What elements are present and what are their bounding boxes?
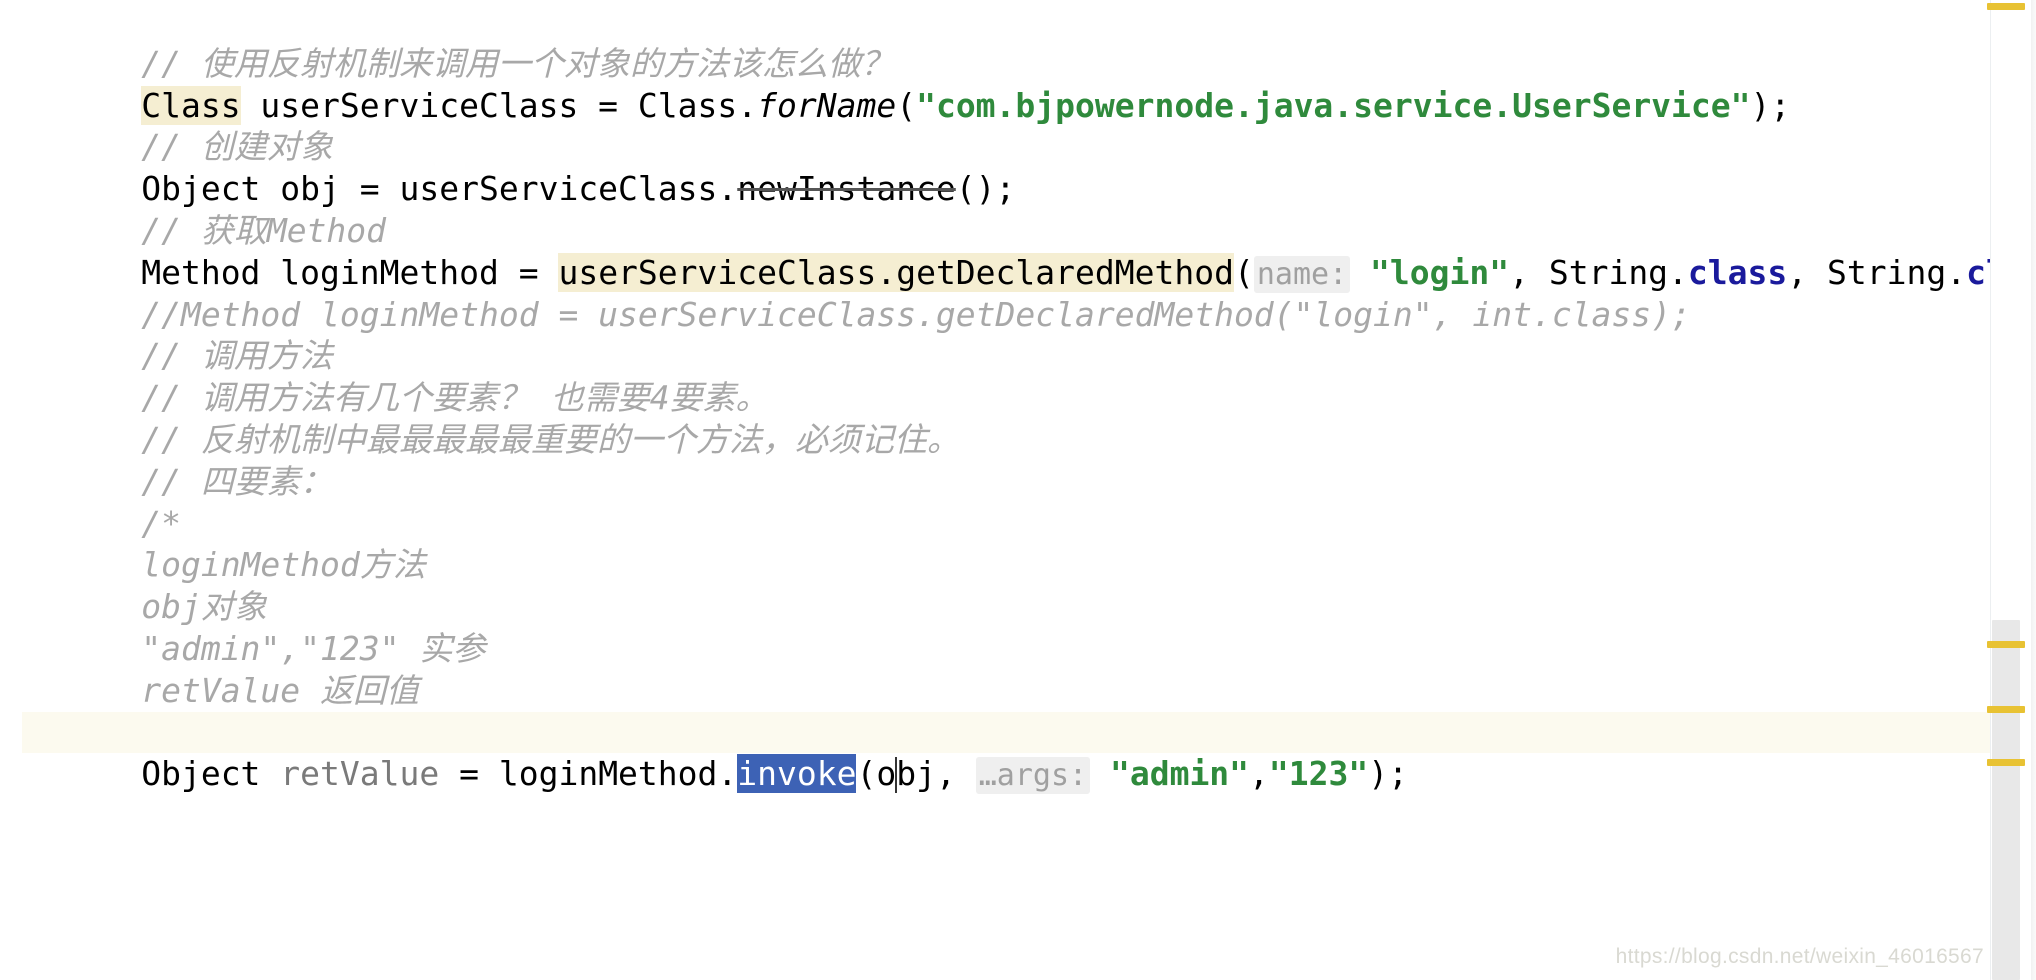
code-line-1[interactable]: // 使用反射机制来调用一个对象的方法该怎么做？ — [22, 1, 1990, 83]
token-admin-string: "admin" — [1109, 754, 1250, 794]
code-line-2[interactable]: Class userServiceClass = Class.forName("… — [22, 43, 1990, 125]
token-open-paren-obj: (o — [856, 754, 897, 794]
code-text-area[interactable]: // 使用反射机制来调用一个对象的方法该怎么做？ Class userServi… — [0, 0, 1990, 980]
code-line-18[interactable]: Object retValue = loginMethod.invoke(obj… — [22, 711, 1990, 795]
editor-right-gutter[interactable] — [1987, 0, 2036, 980]
token-obj-argument: bj, — [896, 754, 976, 794]
code-line-17[interactable]: */ — [22, 670, 1990, 752]
parameter-hint-args: …args: — [975, 757, 1091, 795]
editor-right-edge — [2031, 0, 2036, 980]
code-line-5[interactable]: // 获取Method — [22, 168, 1990, 250]
code-line-13[interactable]: loginMethod方法 — [22, 503, 1990, 584]
csdn-watermark: https://blog.csdn.net/weixin_46016567 — [1615, 945, 1984, 969]
code-line-6[interactable]: Method loginMethod = userServiceClass.ge… — [22, 210, 1990, 293]
selected-text-invoke[interactable]: invoke — [737, 754, 857, 794]
warning-marker-top[interactable] — [1987, 3, 2025, 10]
code-line-11[interactable]: // 四要素： — [22, 419, 1990, 501]
warning-marker-second[interactable] — [1987, 706, 2025, 713]
code-line-12[interactable]: /* — [22, 461, 1990, 543]
warning-marker-third[interactable] — [1987, 759, 2025, 766]
code-editor[interactable]: // 使用反射机制来调用一个对象的方法该怎么做？ Class userServi… — [0, 0, 2036, 980]
scrollbar-thumb[interactable] — [1992, 620, 2020, 980]
token-comma: , — [1249, 754, 1269, 794]
token-retvalue-variable: retValue — [280, 754, 440, 794]
code-line-15[interactable]: "admin","123" 实参 — [22, 586, 1990, 668]
code-line-8[interactable]: // 调用方法 — [22, 294, 1990, 375]
code-line-4[interactable]: Object obj = userServiceClass.newInstanc… — [22, 126, 1990, 208]
token-close-paren-semicolon: ); — [1368, 754, 1409, 794]
code-line-14[interactable]: obj对象 — [22, 544, 1990, 626]
token-object-keyword: Object — [141, 754, 281, 794]
warning-marker-first[interactable] — [1987, 641, 2025, 648]
code-line-9[interactable]: // 调用方法有几个要素？ 也需要4要素。 — [22, 335, 1990, 417]
token-123-string: "123" — [1268, 754, 1369, 794]
code-line-3[interactable]: // 创建对象 — [22, 85, 1990, 166]
code-line-7[interactable]: //Method loginMethod = userServiceClass.… — [22, 252, 1990, 334]
code-line-10[interactable]: // 反射机制中最最最最最重要的一个方法，必须记住。 — [22, 377, 1990, 459]
code-line-16[interactable]: retValue 返回值 — [22, 628, 1990, 710]
token-assign-loginmethod: = loginMethod. — [439, 754, 738, 794]
